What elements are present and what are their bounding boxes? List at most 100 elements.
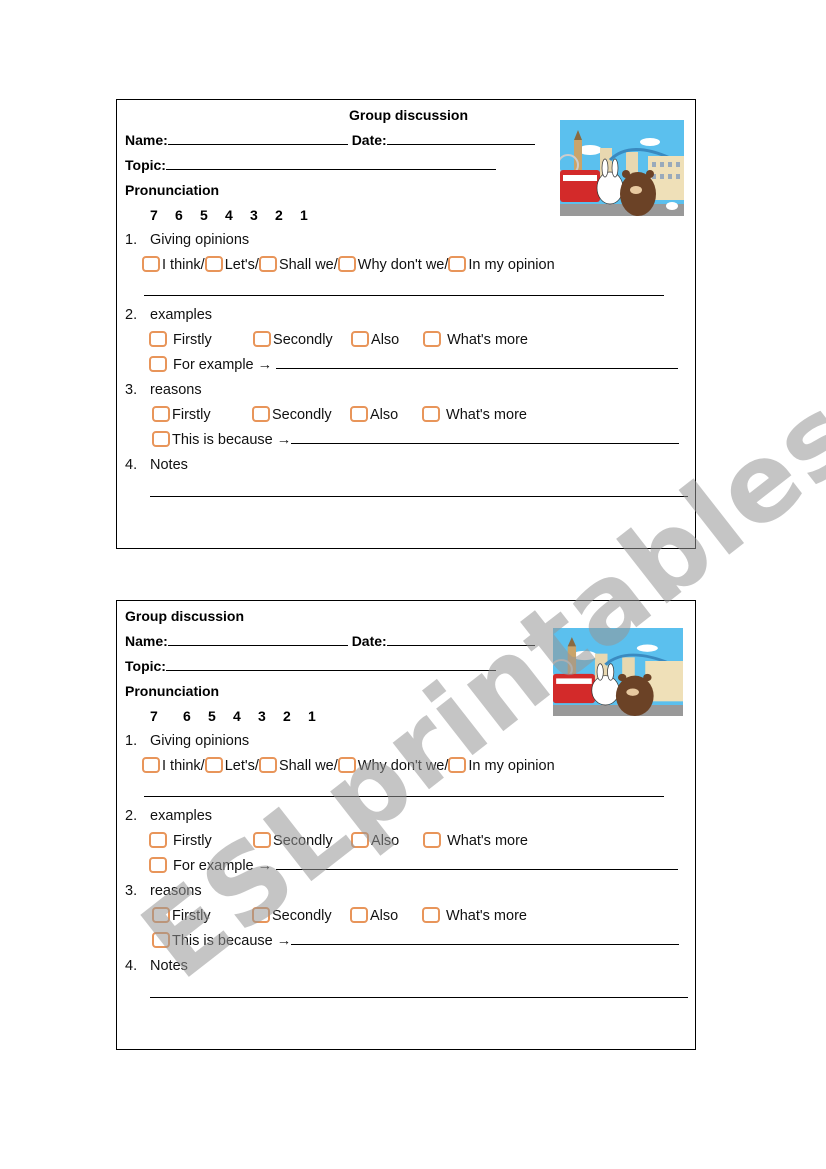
checkbox[interactable] — [422, 406, 440, 422]
answer-line[interactable] — [276, 356, 679, 369]
topic-row: Topic: — [125, 156, 496, 174]
checkbox[interactable] — [422, 907, 440, 923]
answer-line[interactable] — [276, 857, 679, 870]
pronunciation-label: Pronunciation — [125, 182, 220, 198]
option-label: Secondly — [273, 833, 333, 849]
pronunciation-label: Pronunciation — [125, 683, 220, 699]
option-label: Firstly — [173, 833, 212, 849]
answer-line[interactable] — [144, 295, 664, 296]
checkbox[interactable] — [142, 256, 160, 272]
score-6[interactable]: 6 — [183, 707, 208, 725]
section-3-heading: 3. reasons — [125, 883, 202, 899]
score-7[interactable]: 7 — [150, 206, 175, 224]
score-4[interactable]: 4 — [233, 707, 258, 725]
score-1[interactable]: 1 — [300, 206, 325, 224]
worksheet-card-2: Group discussion Name: Date: Topic: Pron… — [116, 600, 696, 1050]
option-label: What's more — [446, 407, 527, 423]
checkbox[interactable] — [423, 331, 442, 347]
date-label: Date: — [351, 132, 387, 148]
checkbox[interactable] — [204, 256, 223, 272]
topic-field[interactable] — [165, 658, 496, 671]
score-2[interactable]: 2 — [275, 206, 300, 224]
option-label: Firstly — [173, 332, 212, 348]
score-4[interactable]: 4 — [225, 206, 250, 224]
score-6[interactable]: 6 — [175, 206, 200, 224]
checkbox[interactable] — [152, 406, 170, 422]
option-label: Shall we/ — [278, 257, 338, 273]
date-field[interactable] — [386, 132, 535, 145]
cartoon-illustration-icon — [560, 120, 684, 216]
section-3-options: Firstly Secondly Also What's more — [152, 406, 527, 424]
section-2-options: Firstly Secondly Also What's more — [149, 331, 528, 349]
checkbox[interactable] — [204, 757, 223, 773]
checkbox[interactable] — [149, 356, 167, 372]
checkbox[interactable] — [337, 256, 356, 272]
cartoon-illustration-icon — [553, 628, 683, 716]
section-4-heading: 4. Notes — [125, 958, 188, 974]
score-5[interactable]: 5 — [208, 707, 233, 725]
date-field[interactable] — [386, 633, 535, 646]
section-2-followup: For example → — [149, 356, 679, 374]
answer-line[interactable] — [144, 796, 664, 797]
checkbox[interactable] — [337, 757, 356, 773]
score-3[interactable]: 3 — [258, 707, 283, 725]
checkbox[interactable] — [351, 832, 370, 848]
answer-line[interactable] — [291, 431, 680, 444]
checkbox[interactable] — [149, 832, 167, 848]
notes-line[interactable] — [150, 997, 688, 998]
checkbox[interactable] — [252, 406, 270, 422]
notes-line[interactable] — [150, 496, 688, 497]
name-label: Name: — [125, 132, 168, 148]
topic-label: Topic: — [125, 157, 166, 173]
option-label: I think/ — [162, 758, 205, 774]
option-label: Let's/ — [224, 257, 259, 273]
score-5[interactable]: 5 — [200, 206, 225, 224]
checkbox[interactable] — [253, 832, 272, 848]
checkbox[interactable] — [253, 331, 272, 347]
section-2-heading: 2. examples — [125, 307, 213, 323]
checkbox[interactable] — [351, 331, 370, 347]
name-field[interactable] — [167, 132, 348, 145]
name-field[interactable] — [167, 633, 348, 646]
option-label: Secondly — [272, 407, 332, 423]
checkbox[interactable] — [423, 832, 442, 848]
checkbox[interactable] — [448, 757, 467, 773]
option-label: Let's/ — [224, 758, 259, 774]
section-2-heading: 2. examples — [125, 808, 213, 824]
name-label: Name: — [125, 633, 168, 649]
checkbox[interactable] — [152, 907, 170, 923]
section-1-options: I think/Let's/Shall we/Why don't we/In m… — [142, 256, 555, 274]
option-label: Why don't we/ — [357, 257, 449, 273]
followup-label: For example → — [173, 357, 273, 373]
checkbox[interactable] — [258, 256, 277, 272]
checkbox[interactable] — [142, 757, 160, 773]
checkbox[interactable] — [149, 857, 167, 873]
topic-field[interactable] — [165, 157, 496, 170]
score-3[interactable]: 3 — [250, 206, 275, 224]
pronunciation-scores: 7654321 — [150, 206, 325, 224]
option-label: Secondly — [273, 332, 333, 348]
checkbox[interactable] — [350, 907, 368, 923]
option-label: In my opinion — [468, 257, 555, 273]
section-3-heading: 3. reasons — [125, 382, 202, 398]
name-date-row: Name: Date: — [125, 632, 535, 650]
section-1-heading: 1. Giving opinions — [125, 733, 250, 749]
score-1[interactable]: 1 — [308, 707, 333, 725]
checkbox[interactable] — [149, 331, 167, 347]
checkbox[interactable] — [448, 256, 467, 272]
checkbox[interactable] — [252, 907, 270, 923]
checkbox[interactable] — [350, 406, 368, 422]
illustration-image — [553, 628, 683, 716]
name-date-row: Name: Date: — [125, 131, 535, 149]
section-3-followup: This is because → — [152, 932, 680, 950]
score-7[interactable]: 7 — [150, 707, 183, 725]
checkbox[interactable] — [152, 431, 170, 447]
pronunciation-scores: 7654321 — [150, 707, 333, 725]
option-label: Also — [371, 833, 400, 849]
section-4-heading: 4. Notes — [125, 457, 188, 473]
answer-line[interactable] — [291, 932, 680, 945]
checkbox[interactable] — [152, 932, 170, 948]
checkbox[interactable] — [258, 757, 277, 773]
option-label: Firstly — [172, 908, 211, 924]
score-2[interactable]: 2 — [283, 707, 308, 725]
